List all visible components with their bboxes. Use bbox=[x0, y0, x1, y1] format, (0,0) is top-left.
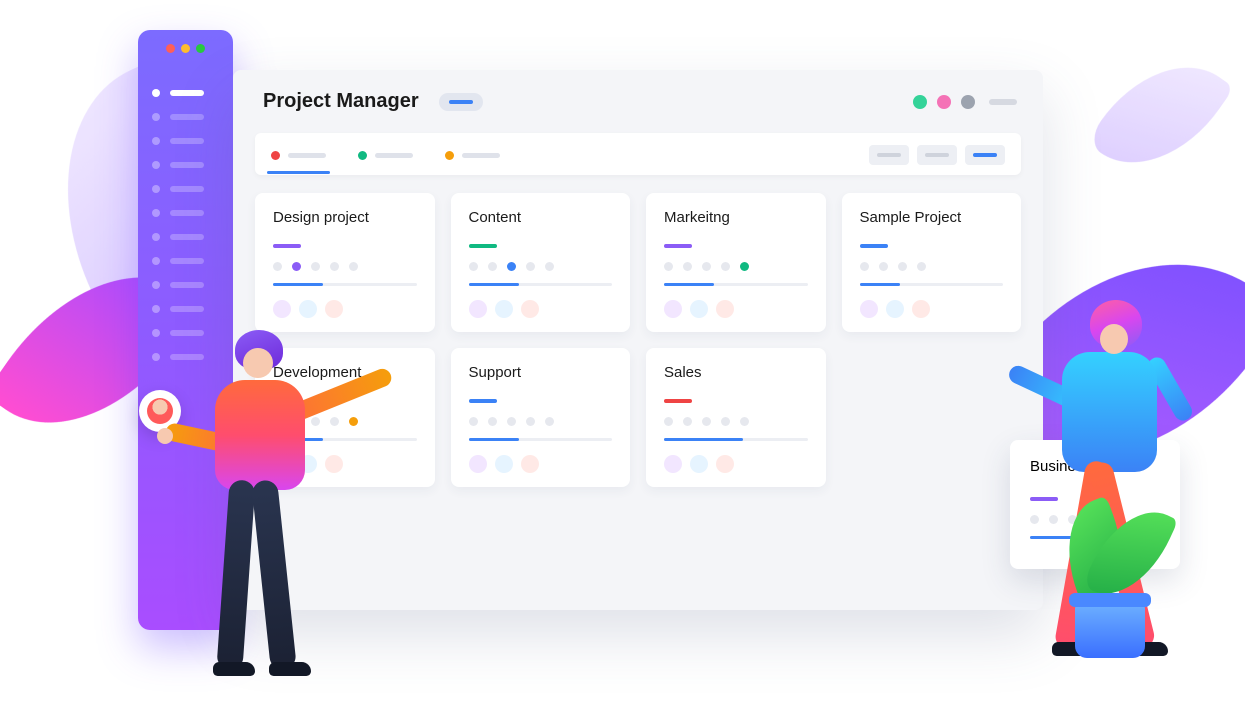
project-title: Sample Project bbox=[860, 209, 1004, 226]
dot-icon bbox=[271, 151, 280, 160]
status-dots bbox=[469, 262, 613, 271]
member-avatars bbox=[273, 300, 417, 318]
project-title: Design project bbox=[273, 209, 417, 226]
accent-bar bbox=[664, 244, 692, 248]
leaf-decor bbox=[1086, 36, 1234, 194]
progress-bar bbox=[860, 283, 1004, 286]
accent-bar bbox=[273, 244, 301, 248]
filter-tab[interactable] bbox=[271, 151, 326, 160]
dot-icon bbox=[445, 151, 454, 160]
sidebar-item[interactable] bbox=[138, 225, 233, 249]
sidebar-item[interactable] bbox=[138, 273, 233, 297]
toolbar-actions bbox=[869, 145, 1005, 165]
toolbar bbox=[255, 133, 1021, 175]
sidebar-item[interactable] bbox=[138, 81, 233, 105]
avatar-more[interactable] bbox=[989, 99, 1017, 105]
filter-tab[interactable] bbox=[445, 151, 500, 160]
member-avatars bbox=[469, 455, 613, 473]
sidebar-item[interactable] bbox=[138, 105, 233, 129]
header-avatars bbox=[913, 95, 1017, 109]
dot-icon bbox=[358, 151, 367, 160]
status-dots bbox=[860, 262, 1004, 271]
accent-bar bbox=[469, 244, 497, 248]
project-title: Markeitng bbox=[664, 209, 808, 226]
sidebar-item[interactable] bbox=[138, 129, 233, 153]
person-illustration-left bbox=[175, 330, 375, 680]
project-title: Content bbox=[469, 209, 613, 226]
title-pill-button[interactable] bbox=[439, 93, 483, 111]
project-card[interactable]: Support bbox=[451, 348, 631, 487]
sidebar-item[interactable] bbox=[138, 153, 233, 177]
sidebar-item[interactable] bbox=[138, 297, 233, 321]
accent-bar bbox=[469, 399, 497, 403]
illustration-stage: Project Manager bbox=[0, 0, 1245, 713]
progress-bar bbox=[664, 438, 808, 441]
status-dots bbox=[273, 262, 417, 271]
status-dots bbox=[664, 262, 808, 271]
member-avatars bbox=[664, 300, 808, 318]
progress-bar bbox=[664, 283, 808, 286]
maximize-icon[interactable] bbox=[196, 44, 205, 53]
toolbar-button[interactable] bbox=[869, 145, 909, 165]
avatar[interactable] bbox=[913, 95, 927, 109]
project-card[interactable]: Sales bbox=[646, 348, 826, 487]
tabs bbox=[271, 151, 500, 160]
close-icon[interactable] bbox=[166, 44, 175, 53]
filter-tab[interactable] bbox=[358, 151, 413, 160]
progress-bar bbox=[469, 283, 613, 286]
member-avatars bbox=[664, 455, 808, 473]
project-card[interactable]: Sample Project bbox=[842, 193, 1022, 332]
titlebar: Project Manager bbox=[233, 70, 1043, 123]
member-avatars bbox=[469, 300, 613, 318]
project-card[interactable]: Markeitng bbox=[646, 193, 826, 332]
sidebar-item[interactable] bbox=[138, 177, 233, 201]
avatar[interactable] bbox=[937, 95, 951, 109]
toolbar-button-primary[interactable] bbox=[965, 145, 1005, 165]
project-card[interactable]: Content bbox=[451, 193, 631, 332]
accent-bar bbox=[860, 244, 888, 248]
window-traffic-lights bbox=[138, 44, 233, 53]
accent-bar bbox=[664, 399, 692, 403]
toolbar-button[interactable] bbox=[917, 145, 957, 165]
sidebar-item[interactable] bbox=[138, 201, 233, 225]
project-title: Sales bbox=[664, 364, 808, 381]
page-title: Project Manager bbox=[263, 90, 419, 113]
project-title: Support bbox=[469, 364, 613, 381]
minimize-icon[interactable] bbox=[181, 44, 190, 53]
sidebar-item[interactable] bbox=[138, 249, 233, 273]
plant-decor bbox=[1075, 603, 1145, 658]
avatar[interactable] bbox=[961, 95, 975, 109]
project-card[interactable]: Design project bbox=[255, 193, 435, 332]
progress-bar bbox=[273, 283, 417, 286]
status-dots bbox=[664, 417, 808, 426]
member-avatars bbox=[860, 300, 1004, 318]
status-dots bbox=[469, 417, 613, 426]
progress-bar bbox=[469, 438, 613, 441]
